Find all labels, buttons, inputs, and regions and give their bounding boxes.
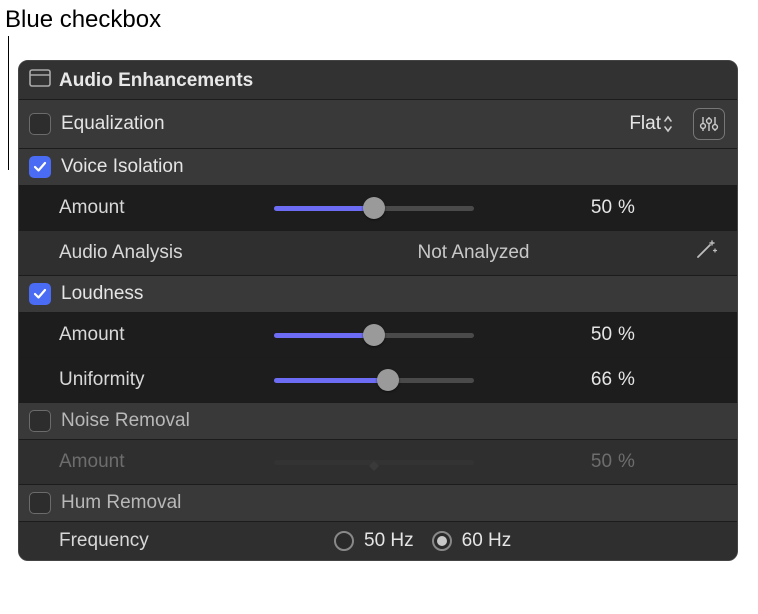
equalization-preset-popup[interactable]: Flat (625, 111, 677, 137)
check-icon (33, 160, 47, 174)
audio-analysis-row: Audio Analysis Not Analyzed (19, 231, 737, 276)
audio-enhancements-panel: Audio Enhancements Equalization Flat Voi… (18, 60, 738, 561)
loudness-amount-label: Amount (59, 324, 264, 346)
equalization-checkbox[interactable] (29, 113, 51, 135)
voice-isolation-checkbox[interactable] (29, 156, 51, 178)
panel-title: Audio Enhancements (59, 70, 253, 92)
noise-removal-checkbox[interactable] (29, 410, 51, 432)
voice-isolation-label: Voice Isolation (61, 156, 184, 178)
voice-isolation-header: Voice Isolation (19, 149, 737, 186)
callout-label: Blue checkbox (5, 6, 161, 34)
hum-frequency-50hz[interactable]: 50 Hz (334, 530, 414, 552)
radio-button (432, 531, 452, 551)
loudness-uniformity-value-field[interactable]: 66 % (484, 369, 727, 391)
noise-removal-amount-slider (274, 448, 474, 476)
noise-removal-header: Noise Removal (19, 403, 737, 440)
audio-analysis-label: Audio Analysis (59, 242, 264, 264)
equalization-editor-button[interactable] (693, 108, 725, 140)
voice-isolation-amount-value-field[interactable]: 50 % (484, 197, 727, 219)
loudness-amount-value-field[interactable]: 50 % (484, 324, 727, 346)
sliders-icon (699, 114, 719, 134)
panel-header: Audio Enhancements (19, 61, 737, 100)
noise-removal-amount-row: Amount 50 % (19, 440, 737, 485)
equalization-label: Equalization (61, 113, 165, 135)
check-icon (33, 287, 47, 301)
noise-removal-amount-label: Amount (59, 451, 264, 473)
stepper-icon (663, 114, 673, 134)
radio-button (334, 531, 354, 551)
hum-removal-checkbox[interactable] (29, 492, 51, 514)
wand-icon (692, 239, 718, 261)
audio-analysis-value: Not Analyzed (274, 242, 673, 264)
noise-removal-label: Noise Removal (61, 410, 190, 432)
equalization-row: Equalization Flat (19, 100, 737, 149)
equalization-preset-value: Flat (629, 113, 661, 135)
voice-isolation-amount-row: Amount 50 % (19, 186, 737, 231)
loudness-checkbox[interactable] (29, 283, 51, 305)
hum-removal-frequency-row: Frequency 50 Hz 60 Hz (19, 522, 737, 560)
voice-isolation-amount-label: Amount (59, 197, 264, 219)
hum-removal-header: Hum Removal (19, 485, 737, 522)
loudness-label: Loudness (61, 283, 143, 305)
radio-label-50hz: 50 Hz (364, 530, 414, 552)
hum-removal-frequency-options: 50 Hz 60 Hz (274, 530, 727, 552)
loudness-header: Loudness (19, 276, 737, 313)
analyze-button[interactable] (683, 239, 727, 267)
loudness-amount-row: Amount 50 % (19, 313, 737, 358)
hum-removal-label: Hum Removal (61, 492, 181, 514)
hum-removal-frequency-label: Frequency (59, 530, 264, 552)
loudness-uniformity-label: Uniformity (59, 369, 264, 391)
loudness-amount-slider[interactable] (274, 321, 474, 349)
radio-label-60hz: 60 Hz (462, 530, 512, 552)
hum-frequency-60hz[interactable]: 60 Hz (432, 530, 512, 552)
loudness-uniformity-slider[interactable] (274, 366, 474, 394)
noise-removal-amount-value-field: 50 % (484, 451, 727, 473)
loudness-uniformity-row: Uniformity 66 % (19, 358, 737, 403)
voice-isolation-amount-slider[interactable] (274, 194, 474, 222)
callout-leader-line (8, 36, 9, 170)
panel-icon (29, 69, 51, 93)
